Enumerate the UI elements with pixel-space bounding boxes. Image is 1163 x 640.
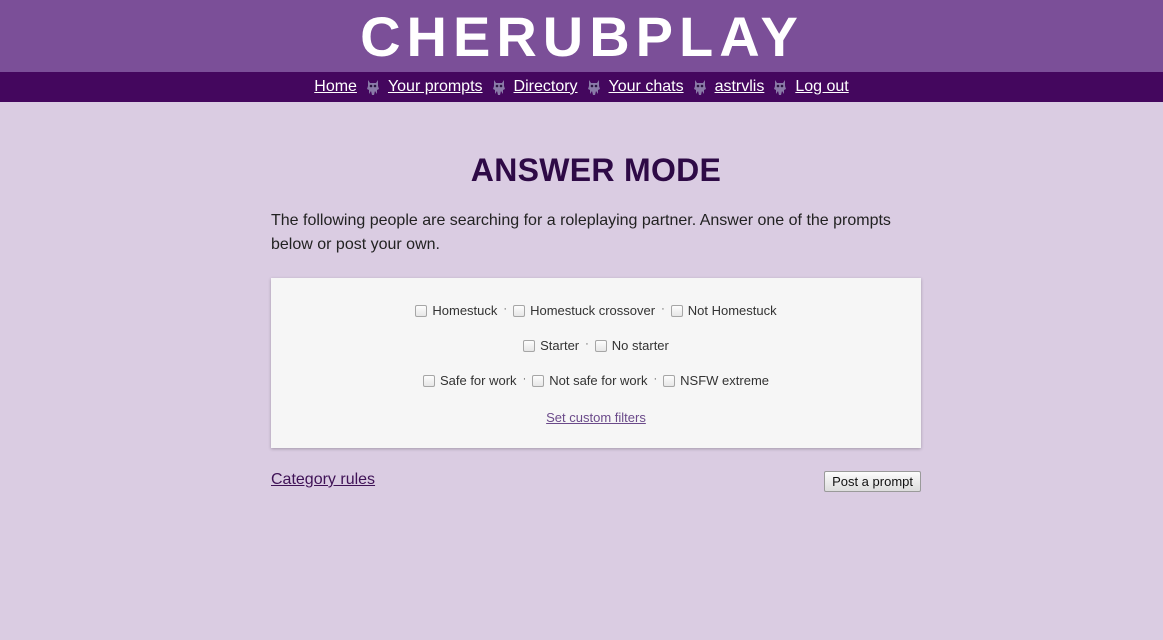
site-header: CHERUBPLAY — [0, 0, 1163, 72]
filter-no-starter[interactable]: No starter — [594, 338, 669, 353]
checkbox[interactable] — [415, 304, 428, 317]
checkbox[interactable] — [663, 374, 676, 387]
checkbox[interactable] — [670, 304, 683, 317]
filter-row-starter: Starter · No starter — [271, 338, 921, 353]
checkbox[interactable] — [523, 339, 536, 352]
custom-filters-row: Set custom filters — [271, 410, 921, 425]
main-content: ANSWER MODE The following people are sea… — [271, 102, 921, 495]
filter-row-fandom: Homestuck · Homestuck crossover · Not Ho… — [271, 303, 921, 318]
cherubplay-logo[interactable]: CHERUBPLAY — [297, 6, 867, 66]
set-custom-filters-link[interactable]: Set custom filters — [546, 410, 646, 425]
filter-not-homestuck[interactable]: Not Homestuck — [670, 303, 777, 318]
nav-home[interactable]: Home — [314, 78, 357, 96]
filter-safe-for-work[interactable]: Safe for work — [422, 373, 517, 388]
nav-directory[interactable]: Directory — [514, 78, 578, 96]
imp-icon — [772, 78, 788, 96]
nav-username[interactable]: astrvlis — [715, 78, 765, 96]
imp-icon — [491, 78, 507, 96]
intro-text: The following people are searching for a… — [271, 212, 891, 253]
filter-homestuck-crossover[interactable]: Homestuck crossover — [513, 303, 655, 318]
filter-starter[interactable]: Starter — [523, 338, 579, 353]
bottom-actions: Category rules Post a prompt — [271, 471, 921, 495]
nav-log-out[interactable]: Log out — [795, 78, 848, 96]
checkbox[interactable] — [594, 339, 607, 352]
filter-homestuck[interactable]: Homestuck — [415, 303, 497, 318]
nav-your-prompts[interactable]: Your prompts — [388, 78, 483, 96]
category-rules-link[interactable]: Category rules — [271, 471, 375, 489]
post-prompt-button[interactable]: Post a prompt — [824, 471, 921, 492]
imp-icon — [586, 78, 602, 96]
filter-nsfw-extreme[interactable]: NSFW extreme — [663, 373, 769, 388]
checkbox[interactable] — [422, 374, 435, 387]
filter-not-safe-for-work[interactable]: Not safe for work — [532, 373, 648, 388]
imp-icon — [365, 78, 381, 96]
imp-icon — [692, 78, 708, 96]
filter-panel: Homestuck · Homestuck crossover · Not Ho… — [271, 278, 921, 448]
filter-row-maturity: Safe for work · Not safe for work · NSFW… — [271, 373, 921, 388]
checkbox[interactable] — [513, 304, 526, 317]
page-title: ANSWER MODE — [470, 152, 722, 188]
main-nav: Home Your prompts Directory Your chats a… — [0, 72, 1163, 102]
checkbox[interactable] — [532, 374, 545, 387]
logo-text: CHERUBPLAY — [360, 6, 804, 66]
nav-your-chats[interactable]: Your chats — [609, 78, 684, 96]
